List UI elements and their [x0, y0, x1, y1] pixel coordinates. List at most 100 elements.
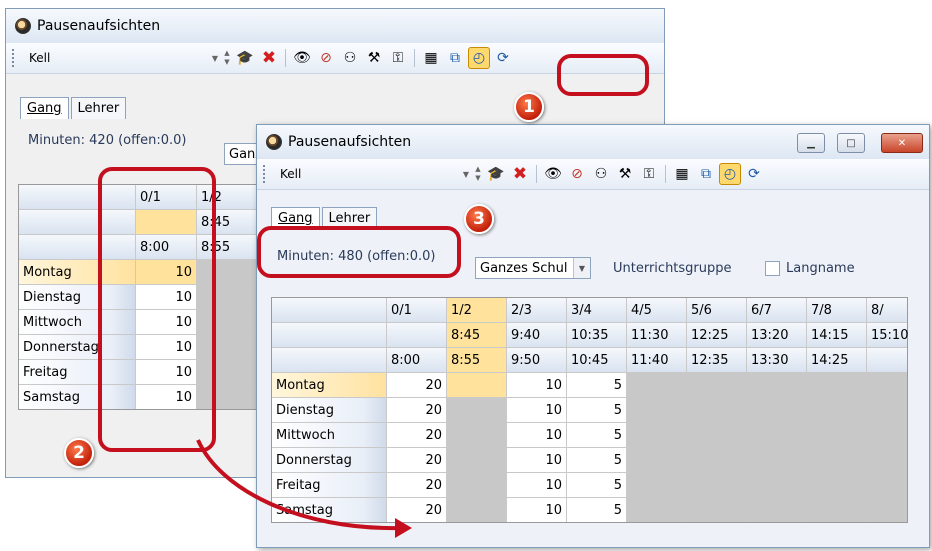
grid-cell[interactable]: 5: [567, 423, 626, 447]
maximize-button[interactable]: □: [837, 133, 865, 153]
grid-cell[interactable]: [447, 398, 506, 422]
tab-gang[interactable]: Gang: [20, 97, 69, 119]
front-teacher-field[interactable]: Kell: [280, 167, 460, 181]
grid-cell[interactable]: [687, 498, 746, 522]
grid-cell[interactable]: [747, 473, 806, 497]
clock-icon[interactable]: ◴: [719, 163, 741, 185]
grid-cell[interactable]: [447, 498, 506, 522]
chevron-down-icon[interactable]: ▼: [573, 258, 590, 278]
eye-crossed-icon[interactable]: ⊘: [315, 47, 337, 69]
grid-cell[interactable]: 5: [567, 398, 626, 422]
minimize-button[interactable]: ▁: [797, 133, 825, 153]
grid-cell[interactable]: [807, 423, 866, 447]
transfer-icon[interactable]: ⚒: [363, 47, 385, 69]
grid-cell[interactable]: 5: [567, 448, 626, 472]
row-header-day[interactable]: Samstag: [272, 498, 386, 522]
close-button[interactable]: ✕: [881, 133, 923, 153]
row-header-day[interactable]: Dienstag: [272, 398, 386, 422]
langname-checkbox[interactable]: Langname: [765, 261, 855, 276]
grid-cell[interactable]: [627, 498, 686, 522]
grid-cell[interactable]: [447, 473, 506, 497]
grid-cell[interactable]: [747, 448, 806, 472]
copy-icon[interactable]: ⧉: [444, 47, 466, 69]
grid-cell[interactable]: 5: [567, 498, 626, 522]
key-icon[interactable]: ⚿: [638, 163, 660, 185]
grid-cell[interactable]: 20: [387, 398, 446, 422]
grid-cell[interactable]: [747, 373, 806, 397]
refresh-icon[interactable]: ⟳: [743, 163, 765, 185]
copy-icon[interactable]: ⧉: [695, 163, 717, 185]
grid-cell[interactable]: [627, 473, 686, 497]
row-header-day[interactable]: Donnerstag: [272, 448, 386, 472]
grid-cell[interactable]: [747, 423, 806, 447]
grid-cell[interactable]: 20: [387, 423, 446, 447]
grid-cell[interactable]: 20: [387, 498, 446, 522]
grid-cell[interactable]: [627, 448, 686, 472]
checkbox-box[interactable]: [765, 261, 780, 276]
grid-cell[interactable]: [867, 423, 907, 447]
grid-cell[interactable]: [867, 373, 907, 397]
grid-cell[interactable]: [627, 373, 686, 397]
grid-cell[interactable]: [807, 498, 866, 522]
grid-cell[interactable]: 20: [387, 473, 446, 497]
tab-lehrer[interactable]: Lehrer: [70, 97, 127, 119]
grid-cell[interactable]: [867, 473, 907, 497]
grid-cell[interactable]: [747, 398, 806, 422]
red-x-icon[interactable]: ✖: [258, 47, 280, 69]
calculator-icon[interactable]: ▦: [671, 163, 693, 185]
grid-cell[interactable]: [867, 498, 907, 522]
grid-cell[interactable]: [807, 473, 866, 497]
grid-cell[interactable]: [867, 398, 907, 422]
back-teacher-field[interactable]: Kell: [29, 51, 209, 65]
calculator-icon[interactable]: ▦: [420, 47, 442, 69]
transfer-icon[interactable]: ⚒: [614, 163, 636, 185]
grid-cell[interactable]: [687, 373, 746, 397]
grid-cell[interactable]: [807, 448, 866, 472]
grid-cell[interactable]: [807, 398, 866, 422]
grid-cell[interactable]: [807, 373, 866, 397]
red-x-icon[interactable]: ✖: [509, 163, 531, 185]
grid-cell[interactable]: [687, 423, 746, 447]
grid-cell[interactable]: 5: [567, 473, 626, 497]
spin-icon[interactable]: ▲ ▼: [221, 48, 233, 68]
toolbar-grip[interactable]: [263, 165, 268, 183]
grid-cell[interactable]: 10: [507, 448, 566, 472]
row-header-day[interactable]: Montag: [272, 373, 386, 397]
spin-icon[interactable]: ▲ ▼: [472, 164, 484, 184]
eye-crossed-icon[interactable]: ⊘: [566, 163, 588, 185]
grid-cell[interactable]: 10: [507, 473, 566, 497]
grid-cell[interactable]: 5: [567, 373, 626, 397]
clock-icon[interactable]: ◴: [468, 47, 490, 69]
grid-cell[interactable]: [687, 473, 746, 497]
row-header-day[interactable]: Freitag: [272, 473, 386, 497]
grid-cell[interactable]: [687, 448, 746, 472]
grid-cell[interactable]: [447, 423, 506, 447]
time-cell: 13:30: [747, 348, 806, 372]
grid-cell[interactable]: [747, 498, 806, 522]
grid-cell[interactable]: 20: [387, 448, 446, 472]
dropdown-arrow-icon[interactable]: ▼: [460, 170, 472, 179]
grid-cell[interactable]: 10: [507, 423, 566, 447]
eye-icon[interactable]: 👁: [542, 163, 564, 185]
row-header-day[interactable]: Mittwoch: [272, 423, 386, 447]
grid-cell[interactable]: [627, 398, 686, 422]
grid-cell[interactable]: 20: [387, 373, 446, 397]
graduation-cap-icon[interactable]: 🎓: [485, 163, 507, 185]
people-icon[interactable]: ⚇: [339, 47, 361, 69]
grid-cell[interactable]: [867, 448, 907, 472]
toolbar-grip[interactable]: [12, 49, 17, 67]
front-group-combo[interactable]: Ganzes Schul ▼: [475, 257, 591, 279]
grid-cell[interactable]: 10: [507, 373, 566, 397]
grid-cell[interactable]: [447, 448, 506, 472]
refresh-icon[interactable]: ⟳: [492, 47, 514, 69]
graduation-cap-icon[interactable]: 🎓: [234, 47, 256, 69]
eye-icon[interactable]: 👁: [291, 47, 313, 69]
grid-cell[interactable]: 10: [507, 498, 566, 522]
grid-cell[interactable]: [627, 423, 686, 447]
grid-cell[interactable]: 10: [507, 398, 566, 422]
grid-cell[interactable]: [687, 398, 746, 422]
people-icon[interactable]: ⚇: [590, 163, 612, 185]
dropdown-arrow-icon[interactable]: ▼: [209, 54, 221, 63]
grid-cell[interactable]: [447, 373, 506, 397]
key-icon[interactable]: ⚿: [387, 47, 409, 69]
